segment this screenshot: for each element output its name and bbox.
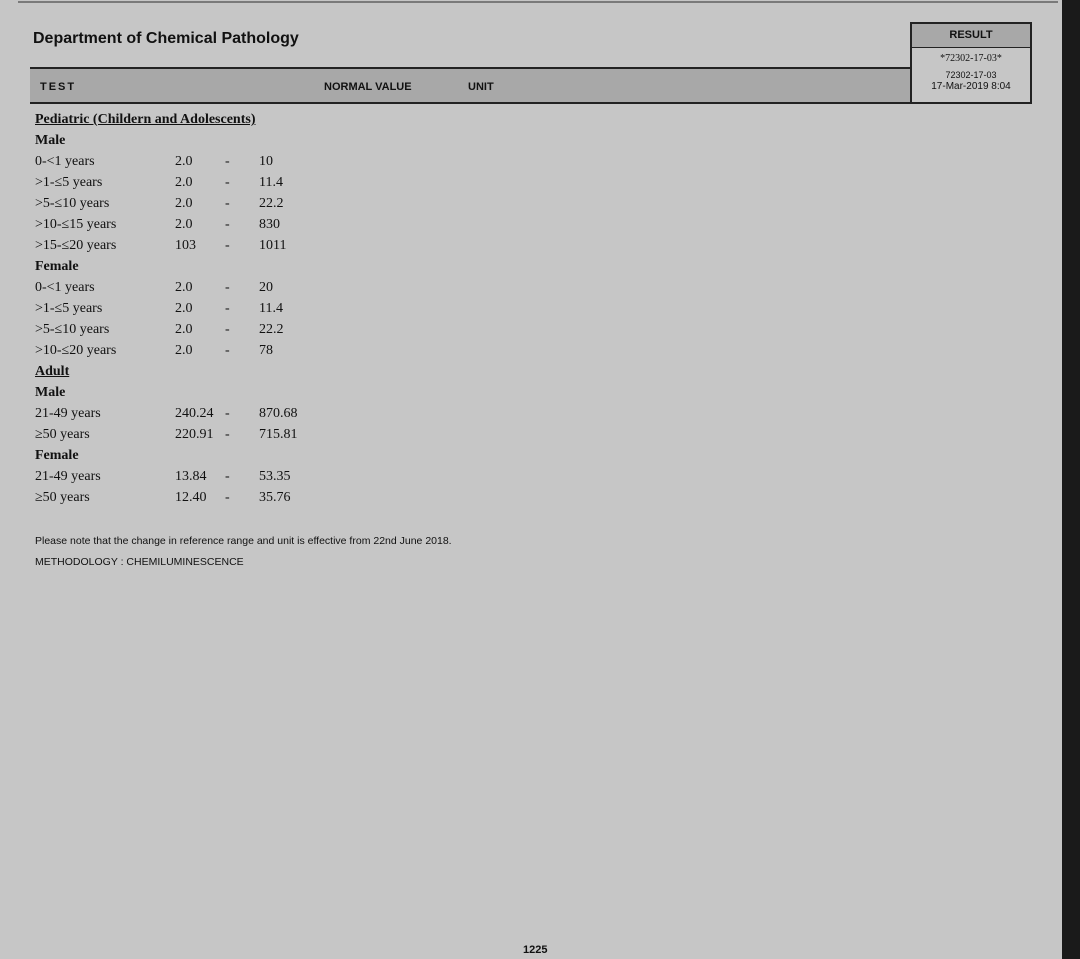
range-high: 78 (259, 343, 273, 358)
row-label: >5-≤10 years (35, 322, 110, 337)
range-dash: - (225, 175, 230, 190)
range-high: 10 (259, 154, 273, 169)
range-high: 22.2 (259, 322, 284, 337)
range-low: 2.0 (175, 280, 193, 295)
result-sample-id: 72302-17-03 (945, 70, 997, 80)
range-dash: - (225, 490, 230, 505)
range-high: 870.68 (259, 406, 298, 421)
range-high: 11.4 (259, 301, 283, 316)
department-title: Department of Chemical Pathology (33, 30, 299, 47)
row-label: >5-≤10 years (35, 196, 110, 211)
range-dash: - (225, 196, 230, 211)
range-high: 53.35 (259, 469, 291, 484)
range-low: 2.0 (175, 196, 193, 211)
report-page: Department of Chemical Pathology TEST NO… (0, 0, 1062, 959)
row-label: >10-≤15 years (35, 217, 117, 232)
range-low: 220.91 (175, 427, 214, 442)
range-dash: - (225, 238, 230, 253)
range-dash: - (225, 322, 230, 337)
column-header-bar: TEST NORMAL VALUE UNIT (30, 67, 910, 104)
range-high: 22.2 (259, 196, 284, 211)
range-dash: - (225, 280, 230, 295)
row-label: >10-≤20 years (35, 343, 117, 358)
range-high: 830 (259, 217, 280, 232)
range-low: 2.0 (175, 175, 193, 190)
range-low: 2.0 (175, 322, 193, 337)
range-dash: - (225, 301, 230, 316)
row-label: Male (35, 385, 66, 400)
row-label: Adult (35, 364, 70, 379)
column-unit: UNIT (468, 81, 494, 93)
range-low: 2.0 (175, 343, 193, 358)
row-label: >15-≤20 years (35, 238, 117, 253)
range-low: 103 (175, 238, 196, 253)
page-number: 1225 (523, 944, 548, 956)
range-low: 12.40 (175, 490, 207, 505)
range-dash: - (225, 406, 230, 421)
column-test: TEST (40, 81, 77, 93)
row-label: Female (35, 259, 79, 274)
row-label: >1-≤5 years (35, 175, 103, 190)
range-dash: - (225, 154, 230, 169)
top-rule (18, 1, 1058, 3)
row-label: 21-49 years (35, 406, 101, 421)
range-low: 240.24 (175, 406, 214, 421)
range-dash: - (225, 469, 230, 484)
row-label: 0-<1 years (35, 280, 95, 295)
range-low: 2.0 (175, 217, 193, 232)
range-dash: - (225, 217, 230, 232)
range-high: 715.81 (259, 427, 298, 442)
reference-change-note: Please note that the change in reference… (35, 535, 452, 547)
range-dash: - (225, 427, 230, 442)
range-low: 2.0 (175, 154, 193, 169)
range-high: 11.4 (259, 175, 283, 190)
row-label: >1-≤5 years (35, 301, 103, 316)
row-label: Male (35, 133, 66, 148)
methodology: METHODOLOGY : CHEMILUMINESCENCE (35, 556, 244, 568)
row-label: 21-49 years (35, 469, 101, 484)
range-high: 1011 (259, 238, 287, 253)
result-barcode-text: *72302-17-03* (940, 53, 1002, 64)
row-label: Female (35, 448, 79, 463)
result-box: RESULT *72302-17-03* 72302-17-03 17-Mar-… (910, 22, 1032, 104)
result-title: RESULT (912, 24, 1030, 48)
row-label: 0-<1 years (35, 154, 95, 169)
result-datetime: 17-Mar-2019 8:04 (931, 81, 1011, 92)
row-label: Pediatric (Childern and Adolescents) (35, 112, 256, 127)
range-dash: - (225, 343, 230, 358)
row-label: ≥50 years (35, 490, 90, 505)
range-high: 20 (259, 280, 273, 295)
row-label: ≥50 years (35, 427, 90, 442)
column-normal-value: NORMAL VALUE (324, 81, 412, 93)
range-high: 35.76 (259, 490, 291, 505)
range-low: 2.0 (175, 301, 193, 316)
range-low: 13.84 (175, 469, 207, 484)
